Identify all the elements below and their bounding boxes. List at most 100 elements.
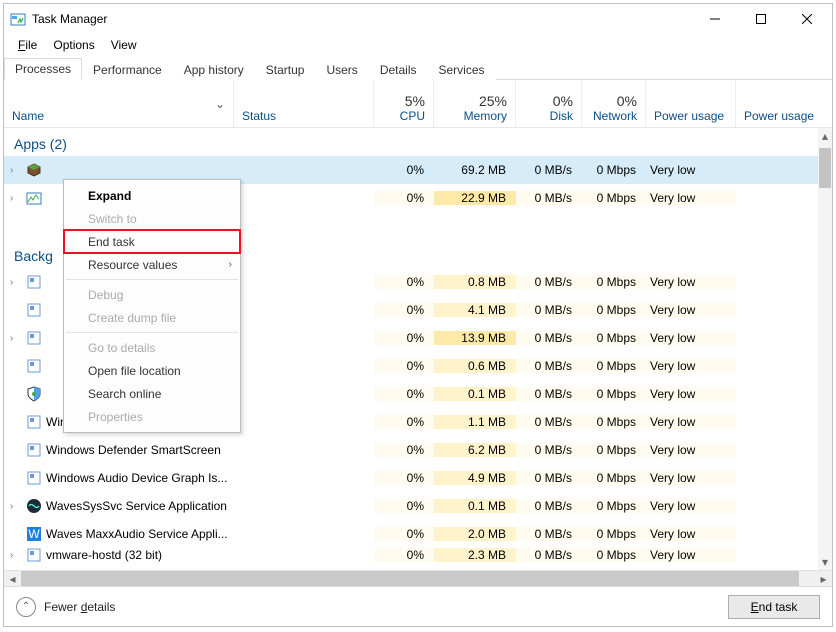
expand-arrow-icon[interactable]: › — [10, 193, 22, 204]
scroll-thumb[interactable] — [819, 148, 831, 188]
process-icon — [26, 442, 42, 458]
power-value: Very low — [646, 443, 736, 457]
power-value: Very low — [646, 548, 736, 562]
col-power-usage-2[interactable]: Power usage — [736, 80, 826, 127]
cpu-value: 0% — [374, 191, 434, 205]
scroll-down-icon[interactable]: ▾ — [818, 554, 832, 570]
power-value: Very low — [646, 163, 736, 177]
cpu-value: 0% — [374, 415, 434, 429]
minimize-button[interactable] — [692, 4, 738, 34]
context-menu: ExpandSwitch toEnd taskResource values› D… — [63, 179, 241, 433]
close-button[interactable] — [784, 4, 830, 34]
network-value: 0 Mbps — [582, 415, 646, 429]
task-manager-window: Task Manager File Options View Processes… — [3, 3, 833, 627]
svg-text:W: W — [28, 527, 40, 541]
network-value: 0 Mbps — [582, 443, 646, 457]
process-icon — [26, 414, 42, 430]
process-name: Waves MaxxAudio Service Appli... — [46, 527, 228, 541]
table-row[interactable]: Windows Audio Device Graph Is...0%4.9 MB… — [4, 464, 832, 492]
cpu-value: 0% — [374, 443, 434, 457]
titlebar: Task Manager — [4, 4, 832, 34]
scroll-right-icon[interactable]: ▸ — [815, 571, 832, 586]
disk-value: 0 MB/s — [516, 191, 582, 205]
table-row[interactable]: WWaves MaxxAudio Service Appli...0%2.0 M… — [4, 520, 832, 548]
memory-value: 2.3 MB — [434, 548, 516, 562]
tab-app-history[interactable]: App history — [173, 59, 255, 80]
network-value: 0 Mbps — [582, 527, 646, 541]
ctx-resource-values[interactable]: Resource values› — [64, 253, 240, 276]
ctx-search-online[interactable]: Search online — [64, 382, 240, 405]
col-name[interactable]: Name ⌄ — [4, 80, 234, 127]
scroll-left-icon[interactable]: ◂ — [4, 571, 21, 586]
expand-arrow-icon[interactable]: › — [10, 277, 22, 288]
tab-processes[interactable]: Processes — [4, 58, 82, 80]
ctx-open-file-location[interactable]: Open file location — [64, 359, 240, 382]
disk-value: 0 MB/s — [516, 303, 582, 317]
chevron-right-icon: › — [229, 259, 232, 270]
end-task-button[interactable]: End task — [728, 595, 820, 619]
network-value: 0 Mbps — [582, 548, 646, 562]
col-cpu[interactable]: 5%CPU — [374, 80, 434, 127]
tab-details[interactable]: Details — [369, 59, 428, 80]
process-name: Windows Audio Device Graph Is... — [46, 471, 227, 485]
ctx-properties: Properties — [64, 405, 240, 428]
power-value: Very low — [646, 415, 736, 429]
network-value: 0 Mbps — [582, 359, 646, 373]
menubar: File Options View — [4, 34, 832, 56]
disk-value: 0 MB/s — [516, 443, 582, 457]
expand-arrow-icon[interactable]: › — [10, 550, 22, 561]
memory-value: 6.2 MB — [434, 443, 516, 457]
tab-performance[interactable]: Performance — [82, 59, 173, 80]
group-apps: Apps (2) — [4, 128, 832, 156]
col-network[interactable]: 0%Network — [582, 80, 646, 127]
ctx-expand[interactable]: Expand — [64, 184, 240, 207]
collapse-icon: ⌃ — [16, 597, 36, 617]
memory-value: 2.0 MB — [434, 527, 516, 541]
process-icon — [26, 162, 42, 178]
horizontal-scrollbar[interactable]: ◂ ▸ — [4, 570, 832, 586]
disk-value: 0 MB/s — [516, 387, 582, 401]
power-value: Very low — [646, 275, 736, 289]
tab-services[interactable]: Services — [428, 59, 496, 80]
cpu-value: 0% — [374, 499, 434, 513]
menu-view[interactable]: View — [103, 34, 145, 56]
ctx-debug: Debug — [64, 283, 240, 306]
table-row[interactable]: ›WavesSysSvc Service Application0%0.1 MB… — [4, 492, 832, 520]
scroll-up-icon[interactable]: ▴ — [818, 128, 832, 144]
cpu-value: 0% — [374, 331, 434, 345]
power-value: Very low — [646, 359, 736, 373]
power-value: Very low — [646, 471, 736, 485]
hscroll-thumb[interactable] — [21, 571, 799, 586]
disk-value: 0 MB/s — [516, 548, 582, 562]
expand-arrow-icon[interactable]: › — [10, 165, 22, 176]
maximize-button[interactable] — [738, 4, 784, 34]
network-value: 0 Mbps — [582, 303, 646, 317]
process-icon — [26, 498, 42, 514]
memory-value: 4.1 MB — [434, 303, 516, 317]
tab-startup[interactable]: Startup — [255, 59, 316, 80]
ctx-end-task[interactable]: End task — [64, 230, 240, 253]
menu-file[interactable]: File — [10, 34, 45, 56]
vertical-scrollbar[interactable]: ▴ ▾ — [818, 128, 832, 570]
table-row[interactable]: ›vmware-hostd (32 bit)0%2.3 MB0 MB/s0 Mb… — [4, 548, 832, 562]
expand-arrow-icon[interactable]: › — [10, 501, 22, 512]
network-value: 0 Mbps — [582, 387, 646, 401]
col-power-usage[interactable]: Power usage — [646, 80, 736, 127]
status-bar: ⌃ Fewer details End task — [4, 586, 832, 626]
ctx-switch-to: Switch to — [64, 207, 240, 230]
process-icon — [26, 548, 42, 562]
tab-users[interactable]: Users — [315, 59, 368, 80]
col-memory[interactable]: 25%Memory — [434, 80, 516, 127]
fewer-details-button[interactable]: ⌃ Fewer details — [16, 597, 115, 617]
table-row[interactable]: Windows Defender SmartScreen 0%6.2 MB0 MB… — [4, 436, 832, 464]
col-status[interactable]: Status — [234, 80, 374, 127]
process-name: Windows Defender SmartScreen — [46, 443, 221, 457]
expand-arrow-icon[interactable]: › — [10, 333, 22, 344]
power-value: Very low — [646, 527, 736, 541]
cpu-value: 0% — [374, 548, 434, 562]
power-value: Very low — [646, 387, 736, 401]
menu-options[interactable]: Options — [45, 34, 102, 56]
memory-value: 0.1 MB — [434, 387, 516, 401]
col-disk[interactable]: 0%Disk — [516, 80, 582, 127]
power-value: Very low — [646, 499, 736, 513]
